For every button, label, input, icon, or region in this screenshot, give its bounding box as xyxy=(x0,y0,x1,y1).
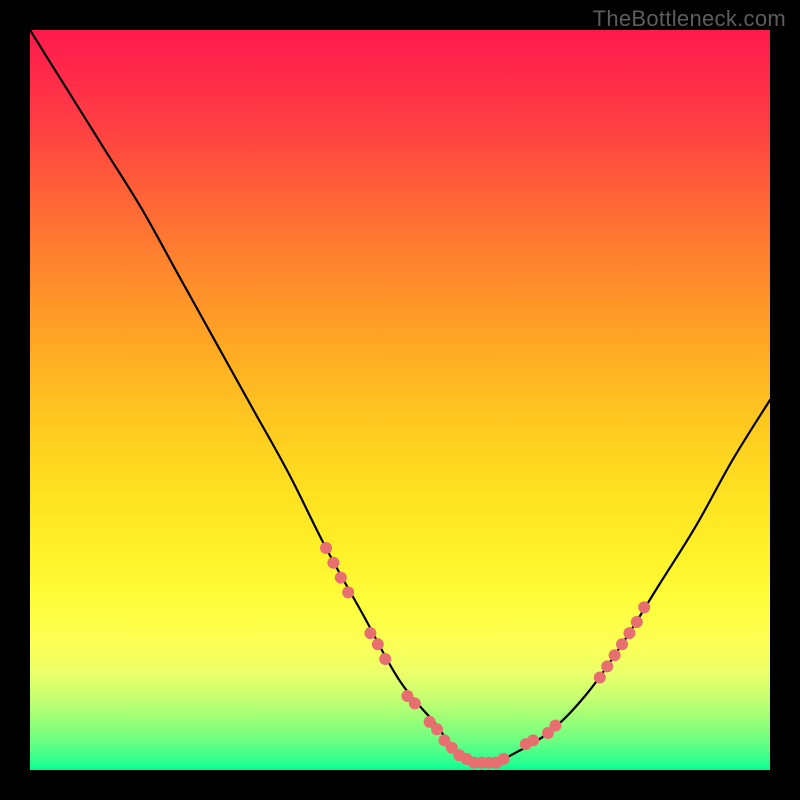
chart-svg xyxy=(30,30,770,770)
watermark-text: TheBottleneck.com xyxy=(593,6,786,32)
curve-marker xyxy=(527,734,539,746)
curve-marker xyxy=(638,601,650,613)
curve-marker xyxy=(623,627,635,639)
curve-marker xyxy=(364,627,376,639)
curve-marker xyxy=(498,753,510,765)
curve-marker xyxy=(335,572,347,584)
bottleneck-curve xyxy=(30,30,770,764)
curve-marker xyxy=(379,653,391,665)
curve-marker xyxy=(372,638,384,650)
curve-marker xyxy=(549,720,561,732)
curve-marker xyxy=(601,660,613,672)
chart-plot-area xyxy=(30,30,770,770)
curve-marker xyxy=(409,697,421,709)
curve-marker xyxy=(609,649,621,661)
curve-marker xyxy=(431,723,443,735)
curve-marker xyxy=(594,672,606,684)
curve-marker xyxy=(616,638,628,650)
curve-marker xyxy=(320,542,332,554)
curve-marker xyxy=(327,557,339,569)
curve-markers xyxy=(320,542,650,769)
curve-marker xyxy=(631,616,643,628)
curve-marker xyxy=(342,586,354,598)
